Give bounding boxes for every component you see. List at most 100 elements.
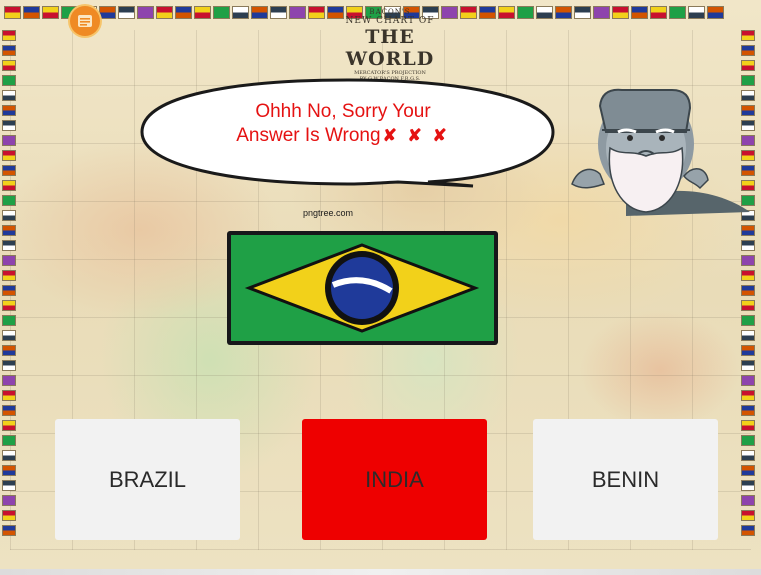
map-title-small: BACON'S <box>369 8 411 16</box>
border-flag <box>741 315 755 326</box>
border-flag <box>2 420 16 431</box>
border-flag <box>2 90 16 101</box>
border-flag <box>741 330 755 341</box>
border-flag <box>741 420 755 431</box>
border-flag <box>4 6 21 19</box>
border-flag <box>2 300 16 311</box>
border-flag <box>612 6 629 19</box>
brazil-flag <box>231 235 494 341</box>
border-flag <box>741 360 755 371</box>
border-flag <box>2 45 16 56</box>
border-flag <box>118 6 135 19</box>
border-flag <box>555 6 572 19</box>
border-flag <box>2 105 16 116</box>
border-flag <box>213 6 230 19</box>
border-flag <box>23 6 40 19</box>
border-flag <box>2 390 16 401</box>
border-flag <box>2 120 16 131</box>
feedback-line-1: Ohhh No, Sorry Your <box>255 101 431 122</box>
border-flag <box>631 6 648 19</box>
border-flag <box>2 360 16 371</box>
sad-wizard-character <box>566 84 752 216</box>
border-flag <box>536 6 553 19</box>
question-flag-card <box>227 231 498 345</box>
border-flag <box>2 180 16 191</box>
border-flag <box>2 75 16 86</box>
border-flag <box>517 6 534 19</box>
border-flag <box>2 495 16 506</box>
border-flag <box>2 150 16 161</box>
border-flag <box>741 465 755 476</box>
answer-button-benin[interactable]: BENIN <box>533 419 718 540</box>
border-flag <box>156 6 173 19</box>
border-flag <box>2 450 16 461</box>
border-flag <box>2 525 16 536</box>
map-title-big: THE WORLD <box>345 26 435 70</box>
border-flag <box>2 210 16 221</box>
answer-label: INDIA <box>365 466 424 492</box>
border-flag <box>707 6 724 19</box>
border-flag <box>175 6 192 19</box>
bottom-edge <box>0 569 761 575</box>
border-flag <box>593 6 610 19</box>
border-flag <box>741 240 755 251</box>
border-flag <box>688 6 705 19</box>
border-flag <box>741 435 755 446</box>
border-flag <box>137 6 154 19</box>
border-flag <box>741 390 755 401</box>
border-flag <box>741 225 755 236</box>
border-flag <box>574 6 591 19</box>
border-flag <box>2 315 16 326</box>
border-flag <box>2 330 16 341</box>
border-flag <box>741 345 755 356</box>
border-flag <box>2 345 16 356</box>
watermark: pngtree.com <box>303 208 354 218</box>
border-flag <box>2 480 16 491</box>
map-title-cartouche: BACON'S NEW CHART OF THE WORLD MERCATOR'… <box>320 6 460 82</box>
answer-button-india[interactable]: INDIA <box>302 419 487 540</box>
border-flag <box>270 6 287 19</box>
border-flag <box>2 165 16 176</box>
border-flag <box>2 255 16 266</box>
feedback-line-2: Answer Is Wrong <box>236 125 381 146</box>
border-flag <box>479 6 496 19</box>
border-flag <box>232 6 249 19</box>
border-flag <box>2 195 16 206</box>
feedback-message: Ohhh No, Sorry Your Answer Is Wrong ✘ ✘ ✘ <box>208 100 478 148</box>
border-flag <box>741 480 755 491</box>
border-flag <box>741 255 755 266</box>
wrong-marks-icon: ✘ ✘ ✘ <box>382 126 450 145</box>
map-flag-border-left <box>2 30 20 540</box>
border-flag <box>460 6 477 19</box>
answer-label: BENIN <box>591 466 660 492</box>
border-flag <box>741 285 755 296</box>
border-flag <box>2 405 16 416</box>
border-flag <box>194 6 211 19</box>
border-flag <box>2 270 16 281</box>
border-flag <box>289 6 306 19</box>
border-flag <box>2 135 16 146</box>
border-flag <box>498 6 515 19</box>
border-flag <box>741 270 755 281</box>
border-flag <box>2 60 16 71</box>
border-flag <box>741 405 755 416</box>
border-flag <box>2 435 16 446</box>
border-flag <box>741 45 755 56</box>
home-icon <box>78 15 92 27</box>
map-title-mid: NEW CHART OF <box>345 16 435 26</box>
border-flag <box>650 6 667 19</box>
border-flag <box>2 465 16 476</box>
border-flag <box>741 375 755 386</box>
border-flag <box>2 30 16 41</box>
answer-button-brazil[interactable]: BRAZIL <box>55 419 240 540</box>
border-flag <box>741 495 755 506</box>
border-flag <box>741 30 755 41</box>
border-flag <box>741 300 755 311</box>
border-flag <box>2 510 16 521</box>
border-flag <box>741 450 755 461</box>
border-flag <box>741 60 755 71</box>
border-flag <box>99 6 116 19</box>
home-button[interactable] <box>70 6 100 36</box>
border-flag <box>2 375 16 386</box>
border-flag <box>42 6 59 19</box>
